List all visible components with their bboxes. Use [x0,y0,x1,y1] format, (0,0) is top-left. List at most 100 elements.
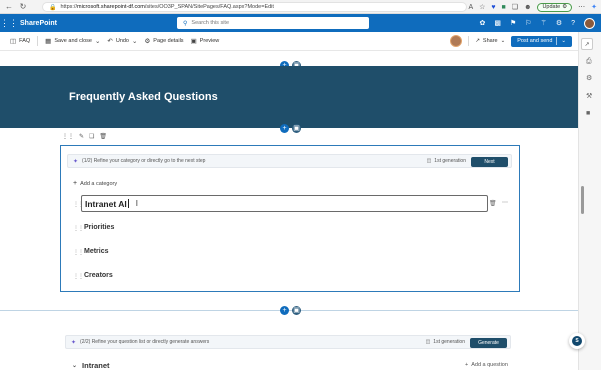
extension-icon[interactable]: ■ [502,4,506,11]
collections-icon[interactable]: ❏ [512,3,518,11]
notifications-icon[interactable]: ⚚ [541,19,547,27]
generate-button[interactable]: Generate [470,337,507,348]
chevron-down-icon: ⌄ [500,38,506,44]
waffle-icon[interactable]: ⋮⋮ [0,14,18,32]
copilot-fab[interactable]: S [569,333,585,349]
chevron-down-icon: ⌄ [561,38,566,44]
update-button[interactable]: Update ⚙ [537,2,573,12]
category-item[interactable]: Creators [84,272,113,279]
divider [468,36,470,46]
suite-bar: ⋮⋮ SharePoint ⚲ Search this site ✿ ▩ ⚑ ⚐… [0,14,601,32]
add-section-button[interactable]: + [280,306,289,315]
app-name[interactable]: SharePoint [20,20,57,27]
avatar[interactable] [584,17,595,29]
save-close-button[interactable]: ▦ Save and close ⌄ [45,37,100,45]
trash-icon[interactable]: 🗑 [99,133,107,140]
gear-icon: ⚙ [144,38,151,45]
profile-icon[interactable]: ☻ [524,4,531,11]
generation-selector[interactable]: ◫ 1st generation [427,158,466,164]
more-icon[interactable]: ⋯ [502,199,508,206]
browser-toolbar: ← ↻ 🔒 https://microsoft.sharepoint-df.co… [0,0,601,14]
extension-heart-icon[interactable]: ♥ [491,4,495,11]
share-button[interactable]: ↗ Share ⌄ [475,38,505,44]
question-category-header[interactable]: ⌄ Intranet [72,361,110,370]
prompt-text: (1/2) Refine your category or directly g… [82,158,206,164]
page-icon: ◫ [10,38,17,45]
edit-properties-icon[interactable]: ✎ [79,133,84,140]
drag-handle-icon[interactable]: ⋮⋮ [73,225,84,232]
plus-icon: + [465,362,469,368]
settings-icon[interactable]: ⚙ [556,19,562,27]
refresh-icon[interactable]: ↻ [18,2,28,12]
category-item[interactable]: Priorities [84,224,114,231]
suite-actions: ✿ ▩ ⚑ ⚐ ⚚ ⚙ ? [479,17,595,29]
search-input[interactable]: ⚲ Search this site [177,17,369,29]
refine-questions-bar: ✦ (2/2) Refine your question list or dir… [65,335,511,349]
sidebar-settings-icon[interactable]: ⚙ [586,74,592,82]
copilot-icon: S [572,336,582,346]
star-icon[interactable]: ☆ [479,3,485,11]
category-name-input[interactable]: Intranet AI I [81,195,488,212]
page-name-button[interactable]: ◫ FAQ [10,37,30,45]
drag-handle-icon[interactable]: ⋮⋮ [62,133,74,140]
category-input-value: Intranet AI [85,198,127,209]
faq-webpart[interactable]: ✦ (1/2) Refine your category or directly… [60,145,520,292]
divider [37,36,39,46]
expand-icon[interactable]: ↗ [581,38,593,50]
scrollbar[interactable] [581,186,584,214]
prompt-text: (2/2) Refine your question list or direc… [80,339,210,345]
section-copy-icon[interactable]: ▣ [292,124,301,133]
copilot-icon[interactable]: ✦ [591,3,597,11]
flag-icon[interactable]: ⚐ [525,19,531,27]
drag-handle-icon[interactable]: ⋮⋮ [73,273,84,280]
back-icon[interactable]: ← [4,2,14,12]
chevron-down-icon: ⌄ [132,38,138,45]
generation-icon: ◫ [426,158,432,164]
divider [556,37,558,45]
chevron-down-icon: ⌄ [94,38,101,45]
generation-icon: ◫ [425,339,431,345]
extension-sidebar-icon[interactable]: ■ [586,110,590,117]
preview-button[interactable]: ▣ Preview [191,37,220,45]
sparkle-icon: ✦ [73,158,79,165]
trash-icon[interactable]: 🗑 [489,200,497,207]
duplicate-icon[interactable]: ❏ [89,133,94,140]
save-icon: ▦ [45,38,52,45]
read-aloud-icon[interactable]: A [468,4,473,11]
title-area[interactable]: Frequently Asked Questions [0,66,578,128]
page-avatar[interactable] [450,35,463,47]
tools-icon[interactable]: ⚒ [586,92,592,100]
preview-icon: ▣ [190,38,197,45]
search-placeholder: Search this site [191,20,230,26]
url-text: https://microsoft.sharepoint-df.com/site… [60,4,274,10]
command-bar-right: ↗ Share ⌄ Post and send ⌄ [450,35,572,47]
more-icon[interactable]: ⋯ [578,3,585,11]
category-item[interactable]: Metrics [84,248,109,255]
share-icon: ↗ [475,38,480,44]
add-question-button[interactable]: + Add a question [465,362,508,368]
add-section-button[interactable]: + [280,124,289,133]
drag-handle-icon[interactable]: ⋮⋮ [73,249,84,256]
lock-icon: 🔒 [49,4,57,11]
chat-icon[interactable]: ▩ [494,19,501,27]
page-details-button[interactable]: ⚙ Page details [144,37,183,45]
generation-selector[interactable]: ◫ 1st generation [426,339,465,345]
print-icon[interactable]: ⎙ [586,58,592,66]
add-category-button[interactable]: + Add a category [73,180,117,187]
questions-webpart[interactable]: ✦ (2/2) Refine your question list or dir… [62,333,512,351]
undo-button[interactable]: ↶ Undo ⌄ [107,37,137,45]
section-divider [0,310,578,311]
text-caret [127,199,129,208]
refine-prompt-bar: ✦ (1/2) Refine your category or directly… [67,154,512,168]
command-bar: ◫ FAQ ▦ Save and close ⌄ ↶ Undo ⌄ ⚙ Page detai… [0,32,578,51]
address-bar[interactable]: 🔒 https://microsoft.sharepoint-df.com/si… [42,2,467,12]
section-copy-icon[interactable]: ▣ [292,306,301,315]
page-title[interactable]: Frequently Asked Questions [69,91,218,103]
feedback-icon[interactable]: ⚑ [510,19,516,27]
post-and-send-button[interactable]: Post and send ⌄ [511,35,572,47]
next-button[interactable]: Next [471,156,508,167]
copilot-suite-icon[interactable]: ✿ [479,19,485,27]
browser-actions: A ☆ ♥ ■ ❏ ☻ Update ⚙ ⋯ ✦ [468,1,597,13]
help-icon[interactable]: ? [571,20,575,27]
chevron-down-icon[interactable]: ⌄ [72,362,77,369]
